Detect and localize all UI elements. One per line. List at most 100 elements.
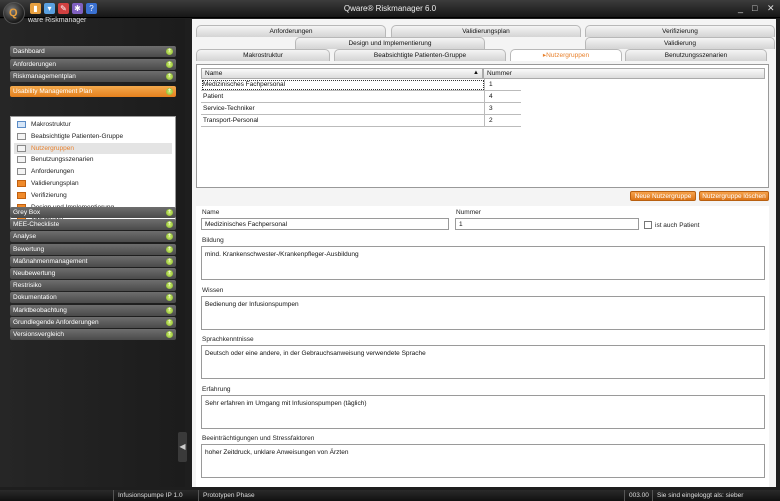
submenu-item-validierungsplan[interactable]: Validierungsplan xyxy=(14,178,172,189)
textarea-wissen[interactable]: Bedienung der Infusionspumpen xyxy=(201,295,765,330)
table-row[interactable]: Service-Techniker 3 xyxy=(201,103,521,115)
new-user-group-button[interactable]: Neue Nutzergruppe xyxy=(630,191,696,201)
submenu-item-makrostruktur[interactable]: Makrostruktur xyxy=(14,119,172,130)
window-title: Qware® Riskmanager 6.0 xyxy=(343,4,437,13)
user-group-form: Name Nummer ist auch Patient Bildung mind… xyxy=(196,206,769,487)
cell-name: Medizinisches Fachpersonal xyxy=(201,79,485,91)
sidebar-item-mee-checkliste[interactable]: MEE-Checkliste + xyxy=(10,219,176,231)
sidebar-item-grundlegende-anforderungen[interactable]: Grundlegende Anforderungen + xyxy=(10,316,176,328)
sidebar-item-label: Neubewertung xyxy=(13,270,56,277)
expand-icon[interactable]: + xyxy=(166,48,173,55)
textarea-sprachkenntnisse[interactable]: Deutsch oder eine andere, in der Gebrauc… xyxy=(201,345,765,379)
column-header-name[interactable]: Name ▲ xyxy=(201,68,483,79)
textarea-erfahrung[interactable]: Sehr erfahren im Umgang mit Infusionspum… xyxy=(201,394,765,429)
cell-name: Transport-Personal xyxy=(201,115,485,127)
sidebar-item-versionsvergleich[interactable]: Versionsvergleich + xyxy=(10,329,176,340)
tab-label: Beabsichtigte Patienten-Gruppe xyxy=(373,52,467,59)
tab-validierung[interactable]: Validierung xyxy=(585,37,775,49)
expand-icon[interactable]: + xyxy=(166,257,173,265)
expand-icon[interactable]: + xyxy=(166,233,173,241)
is-patient-checkbox[interactable] xyxy=(644,221,652,229)
sidebar-item-restrisiko[interactable]: Restrisiko + xyxy=(10,280,176,292)
submenu-item-label: Beabsichtigte Patienten-Gruppe xyxy=(31,132,124,140)
field-label-beeintrachtigungen-und-stressfaktoren: Beeinträchtigungen und Stressfaktoren xyxy=(202,435,315,442)
sidebar-item-label: Bewertung xyxy=(13,245,45,253)
sidebar-item-label: Versionsvergleich xyxy=(13,331,64,338)
sidebar-item-neubewertung[interactable]: Neubewertung + xyxy=(10,268,176,279)
sidebar-item-label: Grey Box xyxy=(13,209,41,216)
expand-icon[interactable]: + xyxy=(166,306,173,314)
expand-icon[interactable]: + xyxy=(166,245,173,253)
close-button[interactable]: ✕ xyxy=(767,4,775,13)
textarea-beeintrachtigungen-und-stressfaktoren[interactable]: hoher Zeitdruck, unklare Anweisungen von… xyxy=(201,444,765,478)
tab-label: Makrostruktur xyxy=(243,52,283,59)
expand-icon[interactable]: + xyxy=(166,73,173,80)
document-icon xyxy=(17,132,26,140)
expand-icon[interactable]: + xyxy=(166,60,173,68)
maximize-button[interactable]: □ xyxy=(752,4,757,13)
expand-icon[interactable]: + xyxy=(166,282,173,290)
delete-user-group-button[interactable]: Nutzergruppe löschen xyxy=(699,191,769,201)
sidebar-item-riskmanagementplan[interactable]: Riskmanagementplan + xyxy=(10,71,176,82)
expand-icon[interactable]: + xyxy=(166,209,173,216)
sidebar-item-anforderungen[interactable]: Anforderungen + xyxy=(10,58,176,70)
submenu-item-nutzergruppen[interactable]: Nutzergruppen xyxy=(14,142,172,154)
tab-anforderungen[interactable]: Anforderungen xyxy=(196,25,386,37)
tab-beabsichtigte-patienten-gruppe[interactable]: Beabsichtigte Patienten-Gruppe xyxy=(334,49,506,61)
app-logo[interactable]: Q xyxy=(3,2,25,24)
sidebar-item-dokumentation[interactable]: Dokumentation + xyxy=(10,292,176,304)
expand-icon[interactable]: + xyxy=(166,318,173,326)
cell-nummer: 3 xyxy=(489,105,493,112)
minimize-button[interactable]: _ xyxy=(738,4,743,13)
document-icon xyxy=(17,191,26,199)
submenu-item-label: Verifizierung xyxy=(31,191,67,199)
cell-nummer: 4 xyxy=(489,93,493,100)
cell-name: Patient xyxy=(201,91,485,103)
table-row[interactable]: Transport-Personal 2 xyxy=(201,115,521,127)
table-row[interactable]: Patient 4 xyxy=(201,91,521,103)
sidebar-item-marktbeobachtung[interactable]: Marktbeobachtung + xyxy=(10,304,176,316)
tab-verifizierung[interactable]: Verifizierung xyxy=(585,25,775,37)
sidebar-item-usability-management-plan[interactable]: Usability Management Plan + xyxy=(10,86,176,97)
expand-icon[interactable]: + xyxy=(166,331,173,338)
tab-validierungsplan[interactable]: Validierungsplan xyxy=(391,25,581,37)
sidebar-item-dashboard[interactable]: Dashboard + xyxy=(10,46,176,57)
submenu-item-label: Benutzungsszenarien xyxy=(31,156,94,164)
document-icon xyxy=(17,156,26,164)
sidebar-item-bewertung[interactable]: Bewertung + xyxy=(10,243,176,255)
nummer-label: Nummer xyxy=(456,209,481,216)
status-version: 003.00 xyxy=(624,490,649,501)
submenu-item-verifizierung[interactable]: Verifizierung xyxy=(14,190,172,201)
collapse-icon[interactable]: + xyxy=(166,88,173,95)
expand-icon[interactable]: + xyxy=(166,270,173,277)
field-label-erfahrung: Erfahrung xyxy=(202,385,231,393)
tab-label: Validierung xyxy=(663,40,697,47)
tab-label: Design und Implementierung xyxy=(348,40,432,47)
sidebar-collapse-handle[interactable]: ◀ xyxy=(178,432,187,462)
submenu-item-benutzungsszenarien[interactable]: Benutzungsszenarien xyxy=(14,154,172,165)
tab-makrostruktur[interactable]: Makrostruktur xyxy=(196,49,330,61)
tab-benutzungsszenarien[interactable]: Benutzungsszenarien xyxy=(625,49,767,61)
tab-label: Validierungsplan xyxy=(462,28,510,35)
tab-design-und-implementierung[interactable]: Design und Implementierung xyxy=(295,37,485,49)
expand-icon[interactable]: + xyxy=(166,294,173,302)
sidebar-item-label: Anforderungen xyxy=(13,60,57,68)
textarea-bildung[interactable]: mind. Krankenschwester-/Krankenpfleger-A… xyxy=(201,246,765,280)
title-bar: ▮ ▾ ✎ ✱? Qware® Riskmanager 6.0 _ □ ✕ xyxy=(0,0,780,18)
name-input[interactable] xyxy=(201,218,449,230)
sidebar-item-massnahmenmanagement[interactable]: Maßnahmenmanagement + xyxy=(10,255,176,267)
table-row[interactable]: Medizinisches Fachpersonal 1 xyxy=(201,79,521,91)
nummer-input[interactable] xyxy=(455,218,639,230)
tab-nutzergruppen[interactable]: ▸Nutzergruppen xyxy=(510,49,622,61)
submenu-item-anforderungen[interactable]: Anforderungen xyxy=(14,166,172,177)
submenu-item-label: Validierungsplan xyxy=(31,180,79,187)
sidebar-item-grey-box[interactable]: Grey Box + xyxy=(10,207,176,218)
column-header-nummer[interactable]: Nummer xyxy=(483,68,765,79)
sidebar-item-label: Dokumentation xyxy=(13,294,57,302)
cell-nummer: 2 xyxy=(489,117,493,124)
submenu-item-beabsichtigte-patienten-gruppe[interactable]: Beabsichtigte Patienten-Gruppe xyxy=(14,131,172,142)
sidebar-item-label: Grundlegende Anforderungen xyxy=(13,318,99,326)
expand-icon[interactable]: + xyxy=(166,221,173,229)
status-bar: Infusionspumpe IP 1.0 Prototypen Phase 0… xyxy=(0,490,780,501)
sidebar-item-analyse[interactable]: Analyse + xyxy=(10,231,176,243)
